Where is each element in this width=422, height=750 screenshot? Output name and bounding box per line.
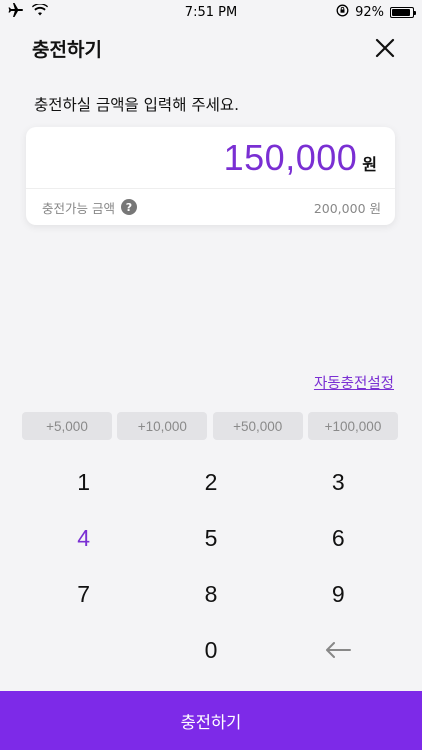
status-bar: 7:51 PM 92% (0, 0, 422, 24)
limit-label: 충전가능 금액 (42, 200, 115, 216)
quick-add-100000-button[interactable]: +100,000 (307, 412, 398, 440)
quick-add-10000-button[interactable]: +10,000 (117, 412, 208, 440)
airplane-icon (8, 3, 24, 21)
amount-value: 150,000 (223, 136, 358, 178)
battery-fill (391, 8, 411, 16)
key-1[interactable]: 1 (20, 454, 147, 510)
amount-row[interactable]: 150,000 원 (26, 127, 395, 189)
rotation-lock-icon (336, 4, 349, 21)
limit-row: 충전가능 금액 ? 200,000 원 (26, 189, 395, 225)
key-2[interactable]: 2 (147, 454, 274, 510)
backspace-key[interactable] (275, 622, 402, 678)
auto-charge-link[interactable]: 자동충전설정 (314, 372, 394, 393)
key-3[interactable]: 3 (275, 454, 402, 510)
key-7[interactable]: 7 (20, 566, 147, 622)
limit-value: 200,000 원 (313, 200, 381, 216)
battery-percent: 92% (355, 4, 384, 20)
quick-add-row: +5,000 +10,000 +50,000 +100,000 (22, 412, 398, 440)
key-6[interactable]: 6 (275, 510, 402, 566)
status-time: 7:51 PM (184, 4, 238, 20)
status-left (8, 3, 128, 21)
key-5[interactable]: 5 (147, 510, 274, 566)
key-4[interactable]: 4 (20, 510, 147, 566)
limit-left: 충전가능 금액 ? (42, 198, 137, 217)
key-9[interactable]: 9 (275, 566, 402, 622)
help-icon[interactable]: ? (120, 199, 137, 215)
page-title: 충전하기 (32, 38, 102, 61)
battery-icon (389, 6, 416, 18)
amount-unit: 원 (362, 154, 377, 174)
backspace-arrow-icon (326, 642, 352, 658)
quick-add-5000-button[interactable]: +5,000 (22, 412, 112, 440)
key-0[interactable]: 0 (147, 622, 274, 678)
header: 충전하기 (0, 24, 422, 72)
charge-button[interactable]: 충전하기 (0, 691, 422, 750)
keypad: 1 2 3 4 5 6 7 8 9 0 (20, 454, 402, 678)
status-right: 92% (294, 4, 416, 21)
wifi-icon (32, 3, 48, 20)
quick-add-50000-button[interactable]: +50,000 (212, 412, 303, 440)
key-empty (20, 622, 147, 678)
instruction-text: 충전하실 금액을 입력해 주세요. (34, 96, 240, 114)
close-icon[interactable] (372, 35, 398, 61)
amount-card: 150,000 원 충전가능 금액 ? 200,000 원 (26, 127, 395, 225)
key-8[interactable]: 8 (147, 566, 274, 622)
